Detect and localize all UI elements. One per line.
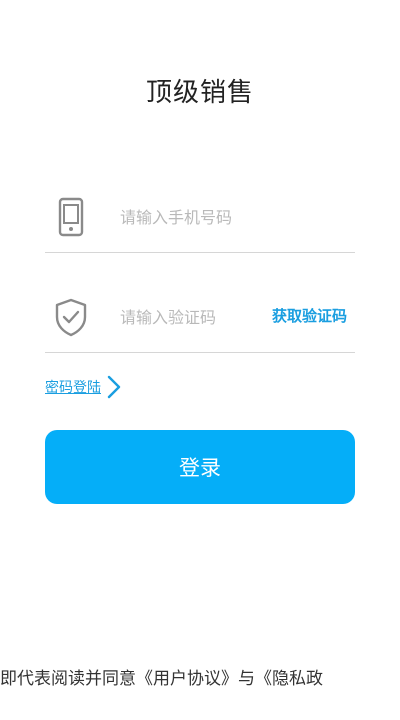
verification-field-row: 获取验证码 xyxy=(45,283,355,353)
phone-input[interactable] xyxy=(120,199,270,235)
phone-field-row xyxy=(45,183,355,253)
login-button[interactable]: 登录 xyxy=(45,430,355,504)
chevron-right-icon xyxy=(107,375,121,399)
page-title: 顶级销售 xyxy=(145,78,254,108)
password-login-link[interactable]: 密码登陆 xyxy=(45,375,121,399)
password-login-label: 密码登陆 xyxy=(45,380,101,396)
login-page: 顶级销售 获取验证码 密码登陆 登录 即代表阅读并同意《用户协议》与《隐私政 xyxy=(0,0,400,720)
phone-icon xyxy=(58,197,84,237)
get-code-button[interactable]: 获取验证码 xyxy=(272,305,347,326)
agreement-text: 即代表阅读并同意《用户协议》与《隐私政 xyxy=(0,669,323,689)
shield-check-icon xyxy=(55,298,87,337)
verification-code-input[interactable] xyxy=(120,299,270,335)
